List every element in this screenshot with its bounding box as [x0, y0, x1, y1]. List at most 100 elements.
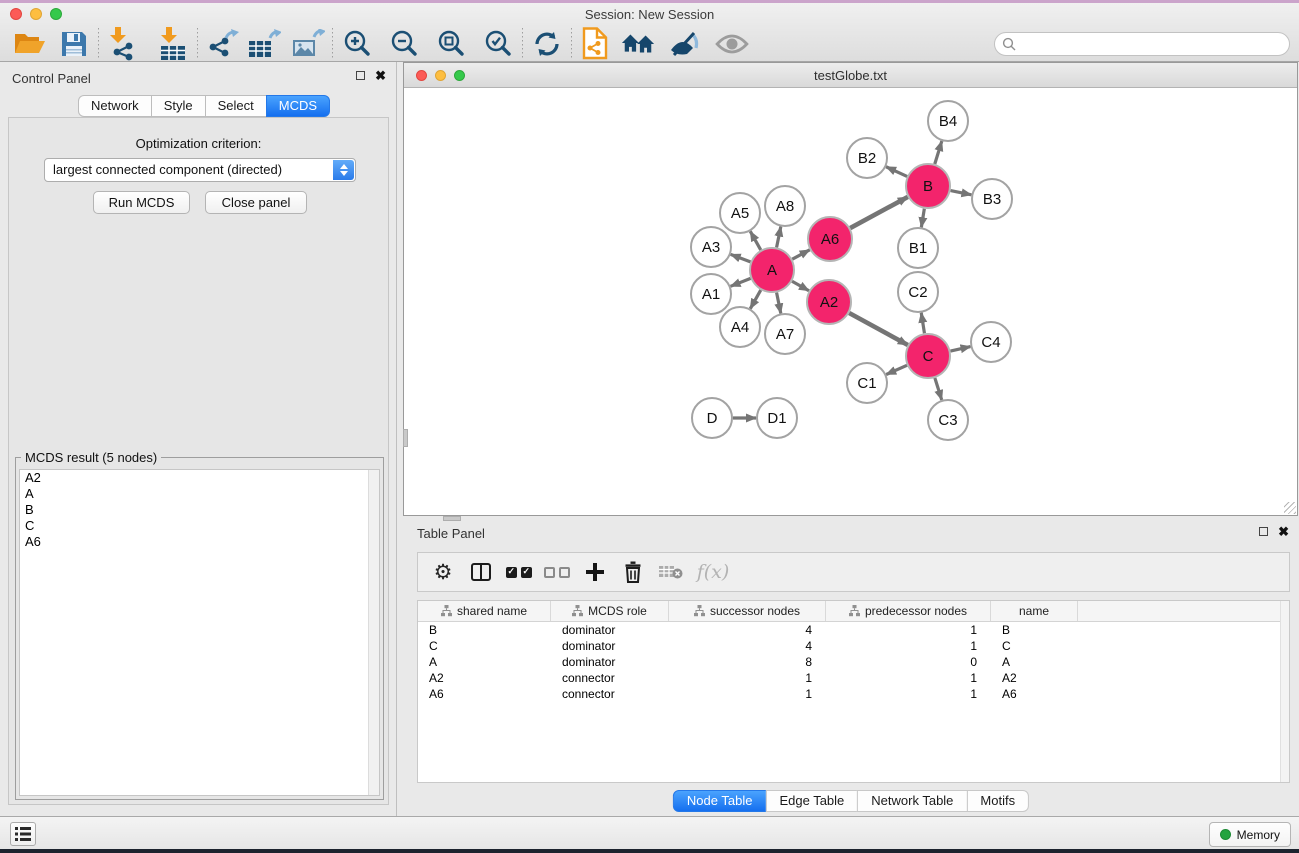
- open-file-button[interactable]: [12, 27, 48, 61]
- tab-node-table[interactable]: Node Table: [673, 790, 767, 812]
- table-cell[interactable]: 4: [669, 638, 826, 654]
- save-session-button[interactable]: [56, 27, 92, 61]
- table-cell[interactable]: 1: [669, 670, 826, 686]
- table-row-B[interactable]: Bdominator41B: [418, 622, 1289, 638]
- tab-edge-table[interactable]: Edge Table: [765, 790, 858, 812]
- graph-node-A4[interactable]: A4: [720, 307, 760, 347]
- network-window-titlebar[interactable]: testGlobe.txt: [404, 63, 1297, 88]
- graph-edge-B-B4[interactable]: [935, 141, 942, 164]
- result-list-item[interactable]: A6: [20, 534, 379, 550]
- result-list-item[interactable]: A2: [20, 470, 379, 486]
- float-panel-icon[interactable]: [1259, 527, 1268, 536]
- table-cell[interactable]: dominator: [551, 654, 669, 670]
- tab-style[interactable]: Style: [151, 95, 206, 117]
- table-cell[interactable]: dominator: [551, 638, 669, 654]
- graph-node-C1[interactable]: C1: [847, 363, 887, 403]
- network-graph[interactable]: B4B2BB3A8A5A6B1A3AC2A1A2A4A7C4CC1C3DD1: [404, 89, 1297, 516]
- graph-edge-C-C4[interactable]: [950, 347, 970, 351]
- graph-node-D1[interactable]: D1: [757, 398, 797, 438]
- search-field[interactable]: [994, 32, 1290, 56]
- run-mcds-button[interactable]: Run MCDS: [93, 191, 190, 214]
- table-cell[interactable]: connector: [551, 686, 669, 702]
- table-cell[interactable]: 1: [826, 638, 991, 654]
- table-row-A6[interactable]: A6connector11A6: [418, 686, 1289, 702]
- table-cell[interactable]: A: [991, 654, 1078, 670]
- float-panel-icon[interactable]: [356, 71, 365, 80]
- graph-edge-A-A4[interactable]: [750, 290, 760, 309]
- graph-edge-A-A5[interactable]: [750, 231, 760, 250]
- table-cell[interactable]: dominator: [551, 622, 669, 638]
- result-list-item[interactable]: B: [20, 502, 379, 518]
- graph-node-C2[interactable]: C2: [898, 272, 938, 312]
- export-network-button[interactable]: [204, 27, 240, 61]
- graph-edge-B-B3[interactable]: [951, 191, 972, 195]
- table-row-A[interactable]: Adominator80A: [418, 654, 1289, 670]
- graph-edge-A-A1[interactable]: [731, 278, 751, 286]
- graph-edge-A-A3[interactable]: [731, 254, 751, 261]
- function-builder-button[interactable]: f(x): [690, 554, 736, 590]
- graph-edge-C-C1[interactable]: [886, 365, 907, 374]
- result-list-scrollbar[interactable]: [368, 470, 379, 795]
- result-list-item[interactable]: C: [20, 518, 379, 534]
- graph-node-C[interactable]: C: [906, 334, 950, 378]
- hide-graphics-details-button[interactable]: [666, 27, 702, 61]
- add-column-button[interactable]: [576, 554, 614, 590]
- graph-node-B[interactable]: B: [906, 164, 950, 208]
- table-cell[interactable]: B: [418, 622, 551, 638]
- column-header-successor-nodes[interactable]: successor nodes: [669, 601, 826, 621]
- graph-node-A6[interactable]: A6: [808, 217, 852, 261]
- splitter-handle[interactable]: [443, 516, 461, 521]
- delete-column-button[interactable]: [614, 554, 652, 590]
- show-all-networks-button[interactable]: [620, 27, 656, 61]
- tab-network-table[interactable]: Network Table: [857, 790, 967, 812]
- table-cell[interactable]: 0: [826, 654, 991, 670]
- result-list-item[interactable]: A: [20, 486, 379, 502]
- memory-button[interactable]: Memory: [1209, 822, 1291, 847]
- table-row-C[interactable]: Cdominator41C: [418, 638, 1289, 654]
- column-header-shared-name[interactable]: shared name: [418, 601, 551, 621]
- table-cell[interactable]: A2: [418, 670, 551, 686]
- graph-node-B2[interactable]: B2: [847, 138, 887, 178]
- export-image-button[interactable]: [290, 27, 326, 61]
- close-panel-icon[interactable]: ✖: [375, 70, 386, 81]
- open-network-file-button[interactable]: [578, 27, 614, 61]
- window-resize-grip[interactable]: [1284, 502, 1296, 514]
- graph-edge-A6-B[interactable]: [850, 197, 908, 228]
- graph-node-A7[interactable]: A7: [765, 314, 805, 354]
- table-cell[interactable]: 4: [669, 622, 826, 638]
- search-input[interactable]: [1016, 34, 1289, 54]
- close-panel-icon[interactable]: ✖: [1278, 526, 1289, 537]
- table-cell[interactable]: 1: [826, 622, 991, 638]
- delete-table-button[interactable]: [652, 554, 690, 590]
- zoom-out-button[interactable]: [386, 27, 422, 61]
- show-column-button[interactable]: [462, 554, 500, 590]
- zoom-selected-button[interactable]: [480, 27, 516, 61]
- graph-node-B4[interactable]: B4: [928, 101, 968, 141]
- table-cell[interactable]: C: [991, 638, 1078, 654]
- import-table-button[interactable]: [155, 27, 191, 61]
- graph-edge-A-A6[interactable]: [792, 250, 809, 259]
- table-cell[interactable]: A6: [991, 686, 1078, 702]
- graph-node-A3[interactable]: A3: [691, 227, 731, 267]
- refresh-view-button[interactable]: [529, 27, 565, 61]
- table-cell[interactable]: 8: [669, 654, 826, 670]
- settings-gear-button[interactable]: ⚙: [424, 554, 462, 590]
- graph-node-C4[interactable]: C4: [971, 322, 1011, 362]
- show-graphics-details-button[interactable]: [714, 27, 750, 61]
- table-cell[interactable]: 1: [669, 686, 826, 702]
- tab-network[interactable]: Network: [78, 95, 152, 117]
- table-cell[interactable]: A: [418, 654, 551, 670]
- tab-select[interactable]: Select: [205, 95, 267, 117]
- export-table-button[interactable]: [246, 27, 282, 61]
- graph-edge-A-A7[interactable]: [777, 293, 781, 314]
- task-history-button[interactable]: [10, 822, 36, 846]
- table-cell[interactable]: A2: [991, 670, 1078, 686]
- close-panel-button[interactable]: Close panel: [205, 191, 307, 214]
- graph-node-A[interactable]: A: [750, 248, 794, 292]
- graph-edge-A-A8[interactable]: [777, 227, 781, 248]
- deselect-all-button[interactable]: [538, 554, 576, 590]
- table-cell[interactable]: A6: [418, 686, 551, 702]
- graph-node-A8[interactable]: A8: [765, 186, 805, 226]
- column-header-name[interactable]: name: [991, 601, 1078, 621]
- table-cell[interactable]: C: [418, 638, 551, 654]
